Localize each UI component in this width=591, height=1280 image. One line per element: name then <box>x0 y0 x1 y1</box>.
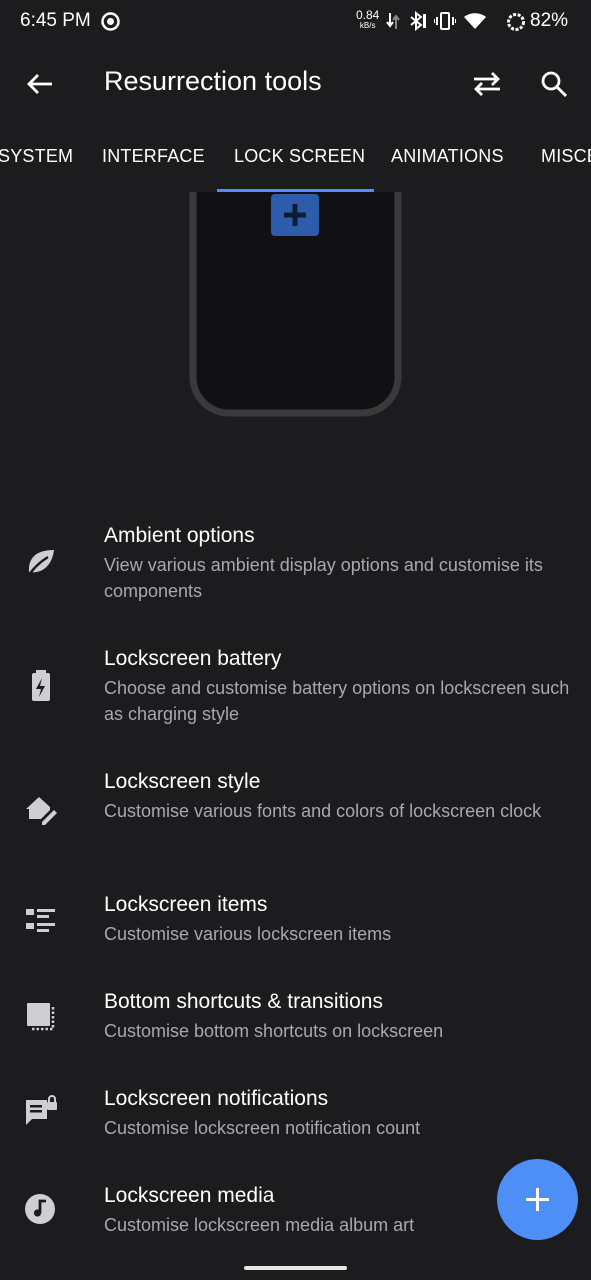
swap-icon[interactable] <box>470 70 504 98</box>
tab-lock-screen[interactable]: LOCK SCREEN <box>234 146 365 167</box>
plus-icon <box>526 1188 549 1211</box>
list-item-lockscreen-style[interactable]: Lockscreen style Customise various fonts… <box>0 770 591 850</box>
item-summary: Customise various fonts and colors of lo… <box>104 801 542 821</box>
status-time: 6:45 PM <box>20 10 91 31</box>
item-summary: Customise bottom shortcuts on lockscreen <box>104 1021 444 1041</box>
gesture-nav-handle[interactable] <box>244 1266 347 1270</box>
music-note-icon <box>24 1192 58 1226</box>
item-title: Lockscreen media <box>104 1184 275 1207</box>
item-title: Lockscreen items <box>104 893 268 916</box>
item-title: Bottom shortcuts & transitions <box>104 990 383 1013</box>
list-icon <box>24 903 58 937</box>
item-title: Ambient options <box>104 524 255 547</box>
tab-interface[interactable]: INTERFACE <box>102 146 205 167</box>
record-icon <box>101 12 120 36</box>
tab-miscellaneous[interactable]: MISCE <box>541 146 591 167</box>
tab-bar: SYSTEM INTERFACE LOCK SCREEN ANIMATIONS … <box>0 124 591 194</box>
list-item-lockscreen-battery[interactable]: Lockscreen battery Choose and customise … <box>0 647 591 727</box>
tab-system[interactable]: SYSTEM <box>0 146 73 167</box>
list-item-bottom-shortcuts[interactable]: Bottom shortcuts & transitions Customise… <box>0 990 591 1045</box>
list-item-lockscreen-notifications[interactable]: Lockscreen notifications Customise locks… <box>0 1087 591 1142</box>
item-summary: Customise lockscreen notification count <box>104 1118 421 1138</box>
add-fab-button[interactable] <box>497 1159 578 1240</box>
net-speed: 0.84 kB/s <box>356 8 380 30</box>
shortcuts-icon <box>24 1000 58 1034</box>
plus-box-icon <box>271 194 319 236</box>
status-icons <box>386 11 486 31</box>
tab-animations[interactable]: ANIMATIONS <box>391 146 504 167</box>
item-summary: Choose and customise battery options on … <box>104 678 570 724</box>
page-title: Resurrection tools <box>104 66 322 96</box>
list-item-ambient-options[interactable]: Ambient options View various ambient dis… <box>0 524 591 604</box>
back-arrow-icon[interactable] <box>24 70 56 98</box>
list-item-lockscreen-items[interactable]: Lockscreen items Customise various locks… <box>0 893 591 948</box>
battery-charging-icon <box>24 669 58 703</box>
battery-ring-icon <box>506 12 526 37</box>
item-summary: View various ambient display options and… <box>104 555 543 601</box>
data-arrows-icon <box>386 13 400 29</box>
battery-percent: 82% <box>530 10 569 31</box>
item-title: Lockscreen battery <box>104 647 282 670</box>
search-icon[interactable] <box>540 70 570 98</box>
app-bar: Resurrection tools <box>0 44 591 124</box>
item-summary: Customise various lockscreen items <box>104 924 392 944</box>
item-title: Lockscreen notifications <box>104 1087 329 1110</box>
wifi-icon <box>464 13 486 29</box>
notification-lock-icon <box>24 1095 58 1129</box>
home-edit-icon <box>24 792 58 826</box>
vibrate-icon <box>434 12 456 30</box>
status-bar: 6:45 PM 0.84 kB/s 82% <box>0 0 591 44</box>
leaf-icon <box>24 546 58 580</box>
item-title: Lockscreen style <box>104 770 261 793</box>
bluetooth-icon <box>410 11 426 31</box>
